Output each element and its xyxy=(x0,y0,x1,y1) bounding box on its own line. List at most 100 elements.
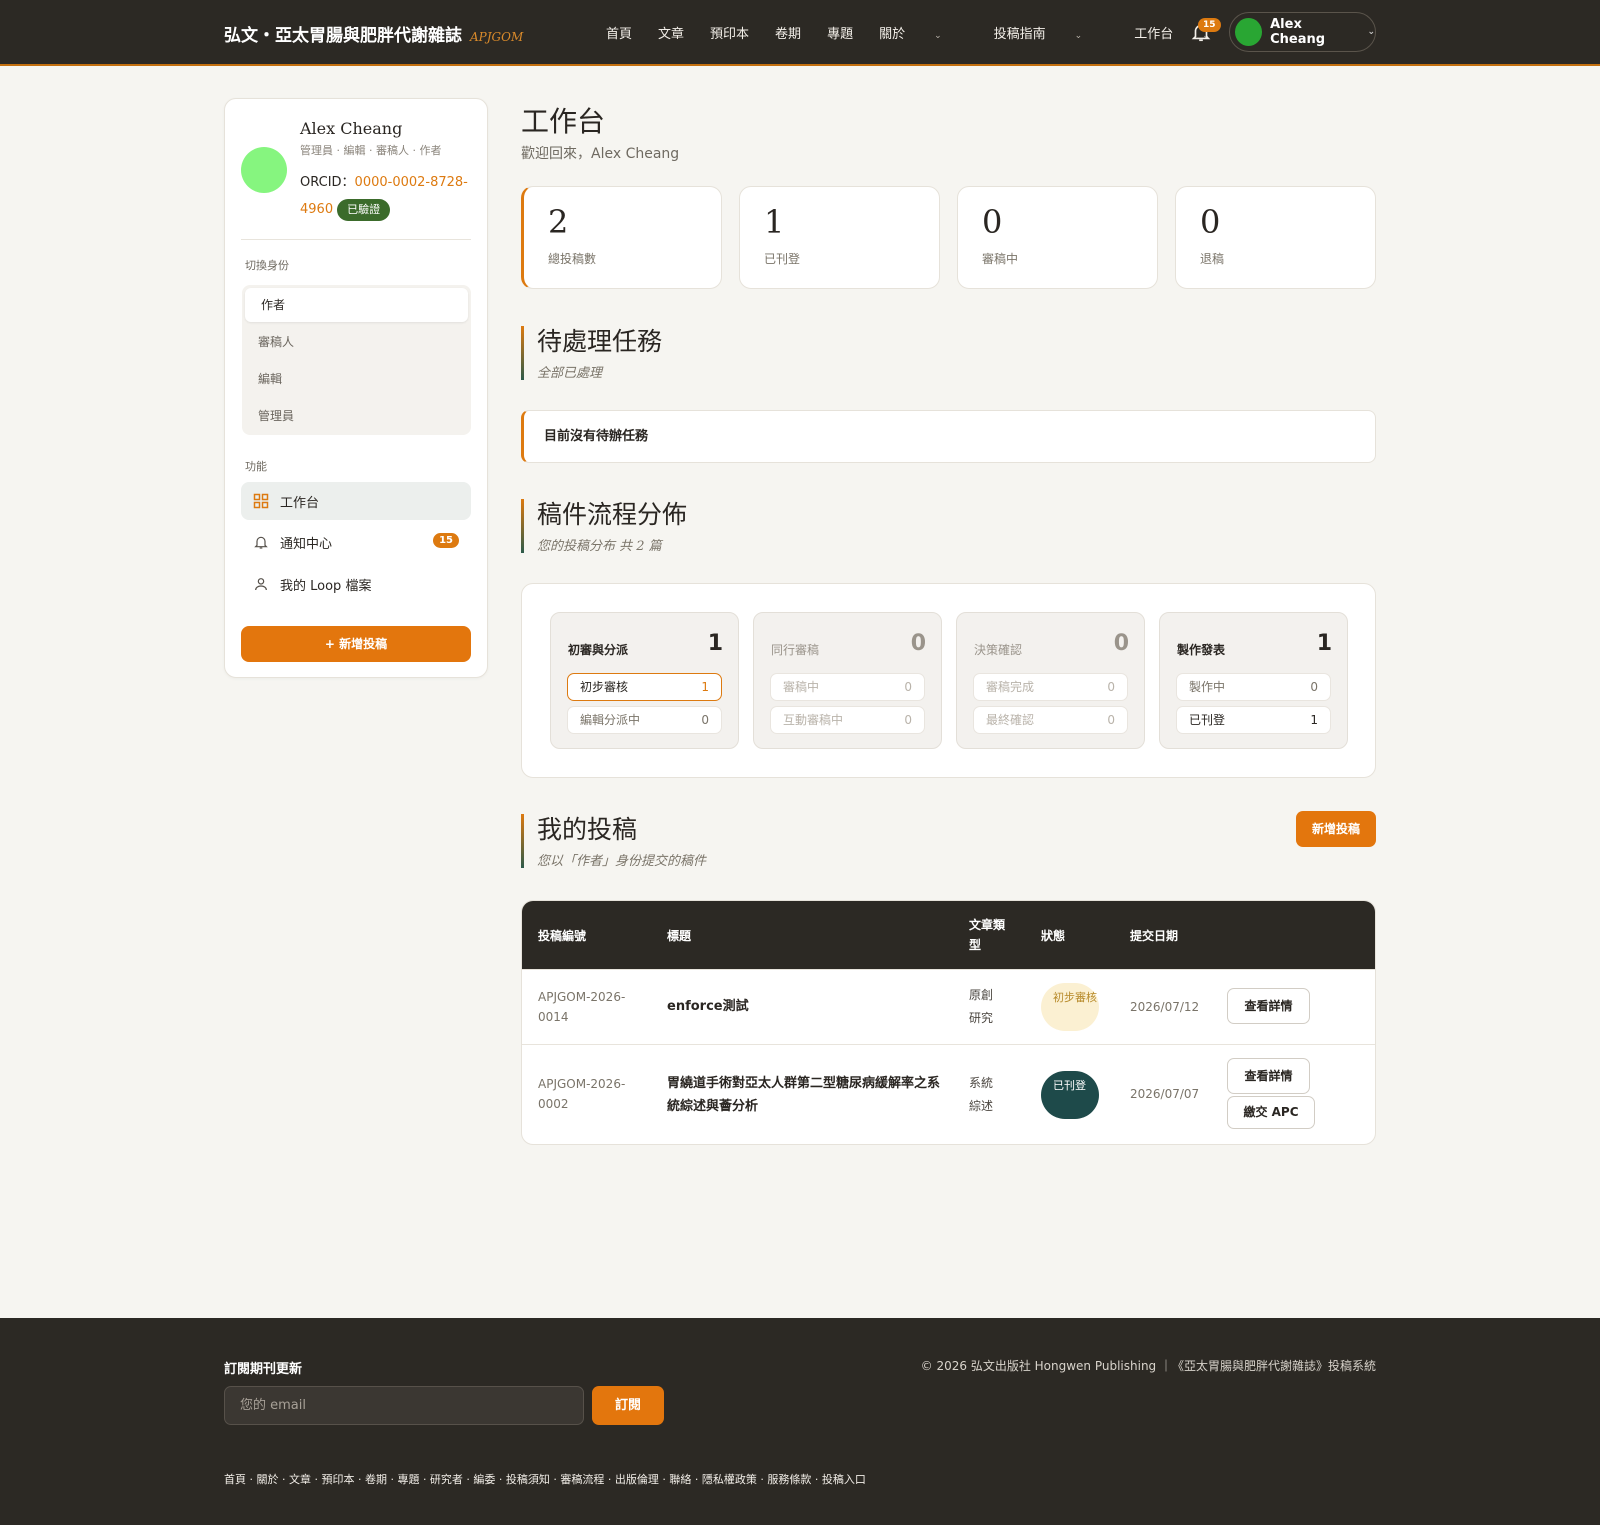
chevron-down-icon: ⌄ xyxy=(1074,31,1083,41)
user-menu[interactable]: Alex Cheang ⌄ xyxy=(1229,12,1376,52)
substage-count: 1 xyxy=(1310,713,1318,727)
nav-about[interactable]: 關於 ⌄ xyxy=(879,23,968,42)
sidebar-item-workspace[interactable]: 工作台 xyxy=(241,482,471,520)
stage-count: 0 xyxy=(910,631,926,656)
stage-decision: 決策確認 0 審稿完成 0 最終確認 0 xyxy=(956,612,1145,749)
role-author[interactable]: 作者 xyxy=(245,288,468,322)
flow-subtitle: 您的投稿分布 共 2 篇 xyxy=(537,539,662,554)
substage-count: 0 xyxy=(1107,713,1115,727)
column-header-status: 狀態 xyxy=(1041,929,1066,943)
substage-count: 0 xyxy=(1310,680,1318,694)
flow-title: 稿件流程分佈 xyxy=(537,500,688,529)
chevron-down-icon: ⌄ xyxy=(934,31,942,41)
bell-icon xyxy=(254,536,268,549)
stat-card-rejected: 0 退稿 xyxy=(1175,186,1376,289)
nav-home[interactable]: 首頁 xyxy=(606,23,632,42)
submission-id: APJGOM-2026-0014 xyxy=(538,990,626,1024)
copyright: © 2026 弘文出版社 Hongwen Publishing ｜《亞太胃腸與肥… xyxy=(920,1359,1376,1373)
top-navbar: 弘文・亞太胃腸與肥胖代謝雜誌 APJGOM 首頁 文章 預印本 卷期 專題 關於 ⌄… xyxy=(0,0,1600,66)
submission-date: 2026/07/07 xyxy=(1130,1087,1200,1101)
substage-label: 初步審核 xyxy=(580,680,629,694)
column-header-title: 標題 xyxy=(667,929,692,943)
stage-peer-review: 同行審稿 0 審稿中 0 互動審稿中 0 xyxy=(753,612,942,749)
avatar xyxy=(1235,18,1263,46)
substage-count: 0 xyxy=(904,713,912,727)
footer-links[interactable]: 首頁 · 關於 · 文章 · 預印本 · 卷期 · 專題 · 研究者 · 編委 … xyxy=(224,1471,866,1487)
submission-id: APJGOM-2026-0002 xyxy=(538,1077,626,1111)
brand-logo[interactable]: 弘文・亞太胃腸與肥胖代謝雜誌 APJGOM xyxy=(224,21,523,46)
role-editor[interactable]: 編輯 xyxy=(242,362,471,396)
table-row: APJGOM-2026-0014 enforce測試 原創研究 初步審核 202… xyxy=(522,969,1375,1044)
stat-label: 退稿 xyxy=(1200,252,1225,266)
sidebar-item-label: 工作台 xyxy=(280,495,320,511)
substage-final-confirm[interactable]: 最終確認 0 xyxy=(973,706,1128,734)
substage-initial-check[interactable]: 初步審核 1 xyxy=(567,673,722,701)
stat-card-published: 1 已刊登 xyxy=(739,186,940,289)
chevron-down-icon: ⌄ xyxy=(1367,27,1375,37)
view-details-button[interactable]: 查看詳情 xyxy=(1227,1058,1310,1094)
status-badge: 初步審核 xyxy=(1041,983,1099,1031)
stat-value: 1 xyxy=(764,203,785,241)
new-submission-button[interactable]: + 新增投稿 xyxy=(241,626,471,662)
pending-tasks-title: 待處理任務 xyxy=(537,327,663,356)
substage-review-complete[interactable]: 審稿完成 0 xyxy=(973,673,1128,701)
submission-type: 系統綜述 xyxy=(969,1076,994,1113)
brand-abbr: APJGOM xyxy=(470,30,524,44)
role-admin[interactable]: 管理員 xyxy=(242,399,471,433)
subscribe-email-input[interactable]: 您的 email xyxy=(224,1386,584,1425)
substage-label: 審稿中 xyxy=(783,680,820,694)
substage-reviewing[interactable]: 審稿中 0 xyxy=(770,673,925,701)
substage-interactive-review[interactable]: 互動審稿中 0 xyxy=(770,706,925,734)
substage-published[interactable]: 已刊登 1 xyxy=(1176,706,1331,734)
view-details-button[interactable]: 查看詳情 xyxy=(1227,988,1310,1024)
orcid-block: ORCID：0000-0002-8728-4960 已驗證 xyxy=(300,169,475,223)
submission-title[interactable]: enforce測試 xyxy=(667,995,942,1018)
main-nav: 首頁 文章 預印本 卷期 專題 關於 ⌄ 投稿指南 ⌄ 工作台 ⌄ xyxy=(606,23,1262,42)
substage-label: 互動審稿中 xyxy=(783,713,844,727)
stage-count: 1 xyxy=(707,631,723,656)
submission-type: 原創研究 xyxy=(969,988,994,1025)
sidebar-item-notifications[interactable]: 通知中心 15 xyxy=(241,523,471,561)
column-header-date: 提交日期 xyxy=(1130,929,1179,943)
sidebar-item-loop-profile[interactable]: 我的 Loop 檔案 xyxy=(241,565,471,603)
substage-label: 已刊登 xyxy=(1189,713,1226,727)
table-header: 投稿編號 標題 文章類型 狀態 提交日期 xyxy=(522,901,1375,969)
notification-badge: 15 xyxy=(1198,18,1221,32)
grid-icon xyxy=(253,493,269,509)
pay-apc-button[interactable]: 繳交 APC xyxy=(1227,1096,1315,1129)
column-header-type: 文章類型 xyxy=(969,918,1006,952)
flow-panel: 初審與分派 1 初步審核 1 編輯分派中 0 同行審稿 0 審稿中 0 互動審稿中 0 … xyxy=(521,583,1376,778)
nav-issues[interactable]: 卷期 xyxy=(775,23,801,42)
nav-workspace[interactable]: 工作台 ⌄ xyxy=(1134,23,1236,42)
substage-label: 製作中 xyxy=(1189,680,1226,694)
nav-workspace-label: 工作台 xyxy=(1134,27,1174,42)
section-accent-bar xyxy=(521,499,524,553)
substage-editor-assign[interactable]: 編輯分派中 0 xyxy=(567,706,722,734)
substage-label: 最終確認 xyxy=(986,713,1035,727)
nav-articles[interactable]: 文章 xyxy=(658,23,684,42)
substage-count: 0 xyxy=(1107,680,1115,694)
table-row: APJGOM-2026-0002 胃繞道手術對亞太人群第二型糖尿病緩解率之系統綜… xyxy=(522,1044,1375,1144)
role-reviewer[interactable]: 審稿人 xyxy=(242,325,471,359)
stat-value: 2 xyxy=(548,203,569,241)
stage-title: 決策確認 xyxy=(974,643,1023,657)
user-menu-name: Alex Cheang xyxy=(1270,17,1326,47)
page-title: 工作台 xyxy=(521,105,606,138)
substage-count: 0 xyxy=(701,713,709,727)
subscribe-button[interactable]: 訂閱 xyxy=(592,1386,664,1425)
nav-guide[interactable]: 投稿指南 ⌄ xyxy=(994,23,1109,42)
substage-count: 1 xyxy=(701,680,709,694)
profile-name: Alex Cheang xyxy=(300,119,403,138)
nav-preprints[interactable]: 預印本 xyxy=(710,23,749,42)
substage-in-production[interactable]: 製作中 0 xyxy=(1176,673,1331,701)
functions-label: 功能 xyxy=(245,460,267,473)
welcome-text: 歡迎回來，Alex Cheang xyxy=(521,146,680,162)
pending-tasks-subtitle: 全部已處理 xyxy=(537,366,603,381)
nav-topics[interactable]: 專題 xyxy=(827,23,853,42)
submission-title[interactable]: 胃繞道手術對亞太人群第二型糖尿病緩解率之系統綜述與薈分析 xyxy=(667,1072,942,1118)
stage-title: 同行審稿 xyxy=(771,643,820,657)
substage-count: 0 xyxy=(904,680,912,694)
sidebar-item-label: 我的 Loop 檔案 xyxy=(280,578,372,594)
new-submission-button[interactable]: 新增投稿 xyxy=(1296,811,1376,847)
section-accent-bar xyxy=(521,326,524,380)
